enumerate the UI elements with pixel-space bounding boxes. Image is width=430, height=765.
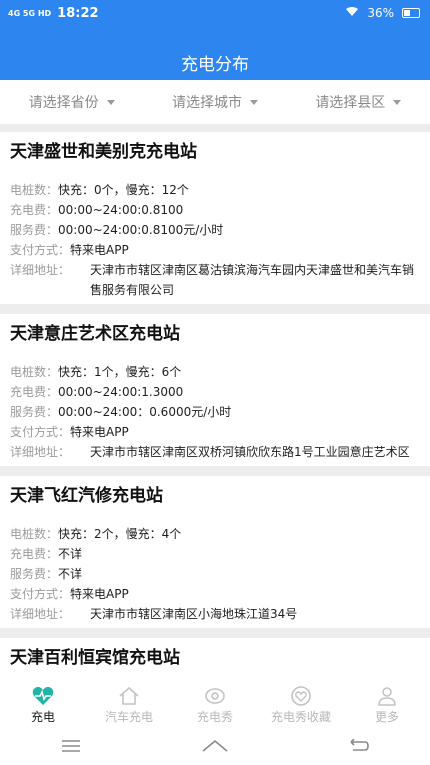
address-row: 详细地址： 天津市市辖区津南区小海地珠江道34号 <box>10 604 420 624</box>
city-select-label: 请选择城市 <box>171 95 242 111</box>
signal-icon: 4G 5G HD <box>8 9 52 18</box>
service-label: 服务费： <box>10 567 59 581</box>
service-value: 00:00~24:00：0.6000元/小时 <box>58 405 232 419</box>
user-icon <box>375 684 399 708</box>
service-row: 服务费：00:00~24:00：0.6000元/小时 <box>10 402 420 422</box>
status-time: 18:22 <box>57 6 99 21</box>
page-title: 充电分布 <box>181 55 249 75</box>
pay-value: 特来电APP <box>70 587 129 601</box>
service-label: 服务费： <box>10 405 59 419</box>
address-label: 详细地址： <box>10 607 71 621</box>
house-icon <box>117 684 141 708</box>
filter-bar: 请选择省份 请选择城市 请选择县区 <box>0 80 430 124</box>
heart-pulse-icon <box>31 684 55 708</box>
fee-row: 充电费：00:00~24:00:1.3000 <box>10 382 420 402</box>
station-card[interactable]: 天津意庄艺术区充电站 电桩数：快充：1个，慢充：6个 充电费：00:00~24:… <box>0 314 430 466</box>
tab-label: 更多 <box>374 710 399 724</box>
tab-charging[interactable]: 充电 <box>0 678 86 730</box>
piles-value: 快充：2个，慢充：4个 <box>58 527 182 541</box>
piles-row: 电桩数：快充：1个，慢充：6个 <box>10 362 420 382</box>
service-label: 服务费： <box>10 223 59 237</box>
tab-show-favorites[interactable]: 充电秀收藏 <box>258 678 344 730</box>
pay-row: 支付方式：特来电APP <box>10 584 420 604</box>
tab-car-charging[interactable]: 汽车充电 <box>86 678 172 730</box>
chevron-down-icon <box>249 99 258 105</box>
chevron-down-icon <box>393 99 402 105</box>
battery-icon <box>402 8 420 18</box>
fee-label: 充电费： <box>10 385 59 399</box>
tab-label: 充电秀收藏 <box>270 710 331 724</box>
pay-value: 特来电APP <box>70 243 129 257</box>
pay-label: 支付方式： <box>10 243 71 257</box>
pay-value: 特来电APP <box>70 425 129 439</box>
station-list[interactable]: 天津盛世和美别克充电站 电桩数：快充：0个，慢充：12个 充电费：00:00~2… <box>0 132 430 678</box>
service-value: 00:00~24:00:0.8100元/小时 <box>58 223 224 237</box>
bottom-tab-bar: 充电 汽车充电 充电秀 充电秀收藏 更多 <box>0 678 430 730</box>
address-label: 详细地址： <box>10 263 71 277</box>
station-name: 天津意庄艺术区充电站 <box>10 324 180 344</box>
station-name: 天津盛世和美别克充电站 <box>10 142 197 162</box>
service-row: 服务费：00:00~24:00:0.8100元/小时 <box>10 220 420 240</box>
city-select[interactable]: 请选择城市 <box>143 80 286 124</box>
piles-row: 电桩数：快充：2个，慢充：4个 <box>10 524 420 544</box>
station-name: 天津飞红汽修充电站 <box>10 486 163 506</box>
pay-label: 支付方式： <box>10 587 71 601</box>
wifi-icon <box>345 6 359 20</box>
tab-label: 充电 <box>30 710 55 724</box>
piles-row: 电桩数：快充：0个，慢充：12个 <box>10 180 420 200</box>
tab-charging-show[interactable]: 充电秀 <box>172 678 258 730</box>
station-card[interactable]: 天津百利恒宾馆充电站 <box>0 638 430 678</box>
station-name: 天津百利恒宾馆充电站 <box>10 648 180 668</box>
status-bar: 4G 5G HD 18:22 36% <box>0 0 430 28</box>
battery-level: 36% <box>367 6 394 20</box>
service-row: 服务费：不详 <box>10 564 420 584</box>
district-select-label: 请选择县区 <box>315 95 386 111</box>
chevron-down-icon <box>106 99 115 105</box>
tab-label: 充电秀 <box>196 710 233 724</box>
province-select-label: 请选择省份 <box>28 95 99 111</box>
piles-label: 电桩数： <box>10 183 59 197</box>
address-label: 详细地址： <box>10 445 71 459</box>
district-select[interactable]: 请选择县区 <box>287 80 430 124</box>
fee-label: 充电费： <box>10 203 59 217</box>
station-card[interactable]: 天津盛世和美别克充电站 电桩数：快充：0个，慢充：12个 充电费：00:00~2… <box>0 132 430 304</box>
address-row: 详细地址： 天津市市辖区津南区葛沽镇滨海汽车园内天津盛世和美汽车销售服务有限公司 <box>10 260 420 300</box>
pay-row: 支付方式：特来电APP <box>10 240 420 260</box>
system-nav-bar <box>0 730 430 765</box>
piles-label: 电桩数： <box>10 527 59 541</box>
station-card[interactable]: 天津飞红汽修充电站 电桩数：快充：2个，慢充：4个 充电费：不详 服务费：不详 … <box>0 476 430 628</box>
address-value: 天津市市辖区津南区小海地珠江道34号 <box>90 607 298 621</box>
back-icon[interactable] <box>348 738 370 757</box>
pay-row: 支付方式：特来电APP <box>10 422 420 442</box>
fee-value: 00:00~24:00:0.8100 <box>58 203 184 217</box>
heart-icon <box>289 684 313 708</box>
eye-icon <box>203 684 227 708</box>
fee-row: 充电费：不详 <box>10 544 420 564</box>
fee-label: 充电费： <box>10 547 59 561</box>
home-icon[interactable] <box>201 738 229 757</box>
tab-label: 汽车充电 <box>104 710 153 724</box>
piles-label: 电桩数： <box>10 365 59 379</box>
province-select[interactable]: 请选择省份 <box>0 80 143 124</box>
address-row: 详细地址： 天津市市辖区津南区双桥河镇欣欣东路1号工业园意庄艺术区 <box>10 442 420 462</box>
fee-value: 不详 <box>58 547 83 561</box>
menu-icon[interactable] <box>60 738 82 757</box>
tab-more[interactable]: 更多 <box>344 678 430 730</box>
app-header: 4G 5G HD 18:22 36% 充电分布 <box>0 0 430 80</box>
address-value: 天津市市辖区津南区葛沽镇滨海汽车园内天津盛世和美汽车销售服务有限公司 <box>90 263 415 297</box>
service-value: 不详 <box>58 567 83 581</box>
fee-row: 充电费：00:00~24:00:0.8100 <box>10 200 420 220</box>
address-value: 天津市市辖区津南区双桥河镇欣欣东路1号工业园意庄艺术区 <box>90 445 410 459</box>
fee-value: 00:00~24:00:1.3000 <box>58 385 184 399</box>
piles-value: 快充：1个，慢充：6个 <box>58 365 182 379</box>
piles-value: 快充：0个，慢充：12个 <box>58 183 189 197</box>
pay-label: 支付方式： <box>10 425 71 439</box>
